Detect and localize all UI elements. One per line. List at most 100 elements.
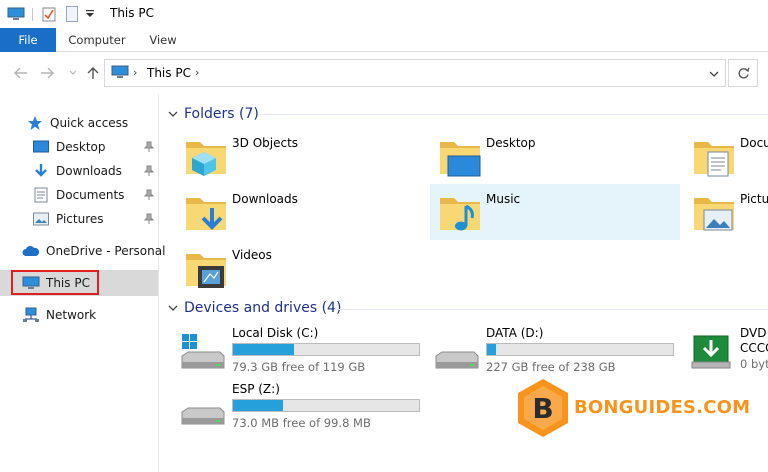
downloads-folder-icon — [186, 198, 226, 230]
recent-locations-chevron-icon[interactable] — [64, 64, 82, 82]
sidebar-item-label: Documents — [56, 188, 125, 202]
forward-arrow-icon[interactable] — [38, 64, 56, 82]
star-icon — [26, 115, 44, 131]
windows-drive-icon — [181, 334, 225, 369]
drives-title: Devices and drives (4) — [184, 300, 342, 316]
title-bar: This PC — [0, 0, 768, 28]
window-title: This PC — [110, 6, 154, 20]
folder-item-3d-objects[interactable]: 3D Objects — [176, 128, 426, 184]
watermark-text: BONGUIDES.COM — [574, 397, 751, 418]
folder-item-desktop[interactable]: Desktop — [430, 128, 680, 184]
sidebar-item-documents[interactable]: Documents — [32, 184, 124, 206]
dvd-drive-icon — [691, 335, 731, 369]
pin-icon[interactable] — [143, 189, 155, 201]
folder-name: Desktop — [486, 136, 536, 150]
properties-icon[interactable] — [40, 5, 58, 23]
sidebar-item-label: Pictures — [56, 212, 104, 226]
customize-toolbar-icon[interactable] — [84, 5, 96, 23]
section-divider — [334, 309, 768, 310]
folder-item-downloads[interactable]: Downloads — [176, 184, 426, 240]
folder-item-music[interactable]: Music — [430, 184, 680, 240]
folder-item-documents[interactable]: Docu — [684, 128, 768, 184]
address-bar[interactable]: › This PC › — [104, 59, 726, 87]
drive-item-z[interactable]: ESP (Z:) 73.0 MB free of 99.8 MB — [178, 382, 428, 434]
sidebar-item-label: This PC — [46, 276, 90, 290]
sidebar-item-label: Quick access — [50, 116, 129, 130]
sidebar-item-desktop[interactable]: Desktop — [32, 136, 106, 158]
ribbon-tabs: File Computer View — [0, 28, 768, 52]
drive-name: DVD I — [740, 326, 768, 340]
pictures-folder-icon — [694, 198, 734, 231]
pin-icon[interactable] — [143, 213, 155, 225]
breadcrumb-separator-icon[interactable]: › — [195, 66, 199, 79]
collapse-chevron-icon[interactable] — [168, 108, 180, 120]
hard-drive-icon — [435, 351, 479, 369]
sidebar-item-downloads[interactable]: Downloads — [32, 160, 122, 182]
folder-item-videos[interactable]: Videos — [176, 240, 426, 296]
documents-folder-icon — [694, 142, 734, 177]
tab-file[interactable]: File — [0, 28, 56, 52]
documents-icon — [32, 187, 50, 203]
hard-drive-icon — [181, 407, 225, 425]
sidebar-item-this-pc[interactable]: This PC — [22, 272, 90, 294]
drive-usage-bar — [232, 343, 420, 356]
drive-item-d[interactable]: DATA (D:) 227 GB free of 238 GB — [432, 326, 682, 378]
drive-item-dvd[interactable]: DVD I CCCC 0 byt — [686, 326, 768, 378]
sidebar-item-quick-access[interactable]: Quick access — [26, 112, 128, 134]
drive-usage-fill — [487, 344, 496, 355]
folder-name: 3D Objects — [232, 136, 299, 150]
collapse-chevron-icon[interactable] — [168, 302, 180, 314]
logo-letter: B — [532, 392, 553, 425]
folder-name: Pictu — [740, 192, 768, 206]
sidebar-item-label: Network — [46, 308, 97, 322]
breadcrumb-separator-icon[interactable]: › — [133, 66, 137, 79]
sidebar-item-label: Downloads — [56, 164, 122, 178]
drive-usage-fill — [233, 344, 295, 355]
sidebar-item-pictures[interactable]: Pictures — [32, 208, 104, 230]
cloud-icon — [22, 243, 40, 259]
address-dropdown-icon[interactable] — [709, 67, 719, 81]
drive-usage-bar — [486, 343, 674, 356]
folder-name: Docu — [740, 136, 768, 150]
drive-name: ESP (Z:) — [232, 382, 280, 396]
tab-computer[interactable]: Computer — [62, 28, 132, 52]
drive-usage-bar — [232, 399, 420, 412]
folder-item-pictures[interactable]: Pictu — [684, 184, 768, 240]
this-pc-icon — [6, 5, 26, 23]
refresh-icon — [738, 67, 749, 78]
tab-view[interactable]: View — [140, 28, 186, 52]
sidebar-item-network[interactable]: Network — [22, 304, 96, 326]
music-folder-icon — [440, 198, 480, 231]
pictures-icon — [32, 211, 50, 227]
folder-name: Downloads — [232, 192, 298, 206]
videos-folder-icon — [186, 254, 226, 288]
pin-icon[interactable] — [143, 141, 155, 153]
section-divider — [258, 114, 768, 115]
refresh-button[interactable] — [728, 59, 758, 87]
desktop-icon — [32, 139, 50, 155]
drive-free-space: 79.3 GB free of 119 GB — [232, 360, 366, 374]
new-folder-icon[interactable] — [64, 5, 80, 23]
this-pc-icon — [111, 65, 129, 82]
drive-free-space: 0 byt — [740, 357, 768, 371]
drive-free-space: 73.0 MB free of 99.8 MB — [232, 416, 371, 430]
desktop-folder-icon — [440, 142, 481, 177]
this-pc-icon — [22, 275, 40, 291]
drive-item-c[interactable]: Local Disk (C:) 79.3 GB free of 119 GB — [178, 326, 428, 378]
folder-name: Videos — [232, 248, 272, 262]
drive-name: Local Disk (C:) — [232, 326, 319, 340]
divider — [32, 8, 33, 21]
sidebar-item-onedrive[interactable]: OneDrive - Personal — [22, 240, 165, 262]
breadcrumb-this-pc[interactable]: This PC — [147, 66, 191, 80]
folders-section-header[interactable]: Folders (7) — [168, 104, 259, 124]
pin-icon[interactable] — [143, 165, 155, 177]
drive-name: DATA (D:) — [486, 326, 544, 340]
3d-objects-folder-icon — [186, 142, 226, 176]
drives-section-header[interactable]: Devices and drives (4) — [168, 298, 341, 318]
sidebar-item-label: OneDrive - Personal — [46, 244, 166, 258]
drive-usage-fill — [233, 400, 284, 411]
back-arrow-icon[interactable] — [12, 64, 30, 82]
folders-title: Folders (7) — [184, 106, 259, 122]
pane-divider[interactable] — [158, 94, 159, 472]
up-arrow-icon[interactable] — [84, 64, 102, 82]
